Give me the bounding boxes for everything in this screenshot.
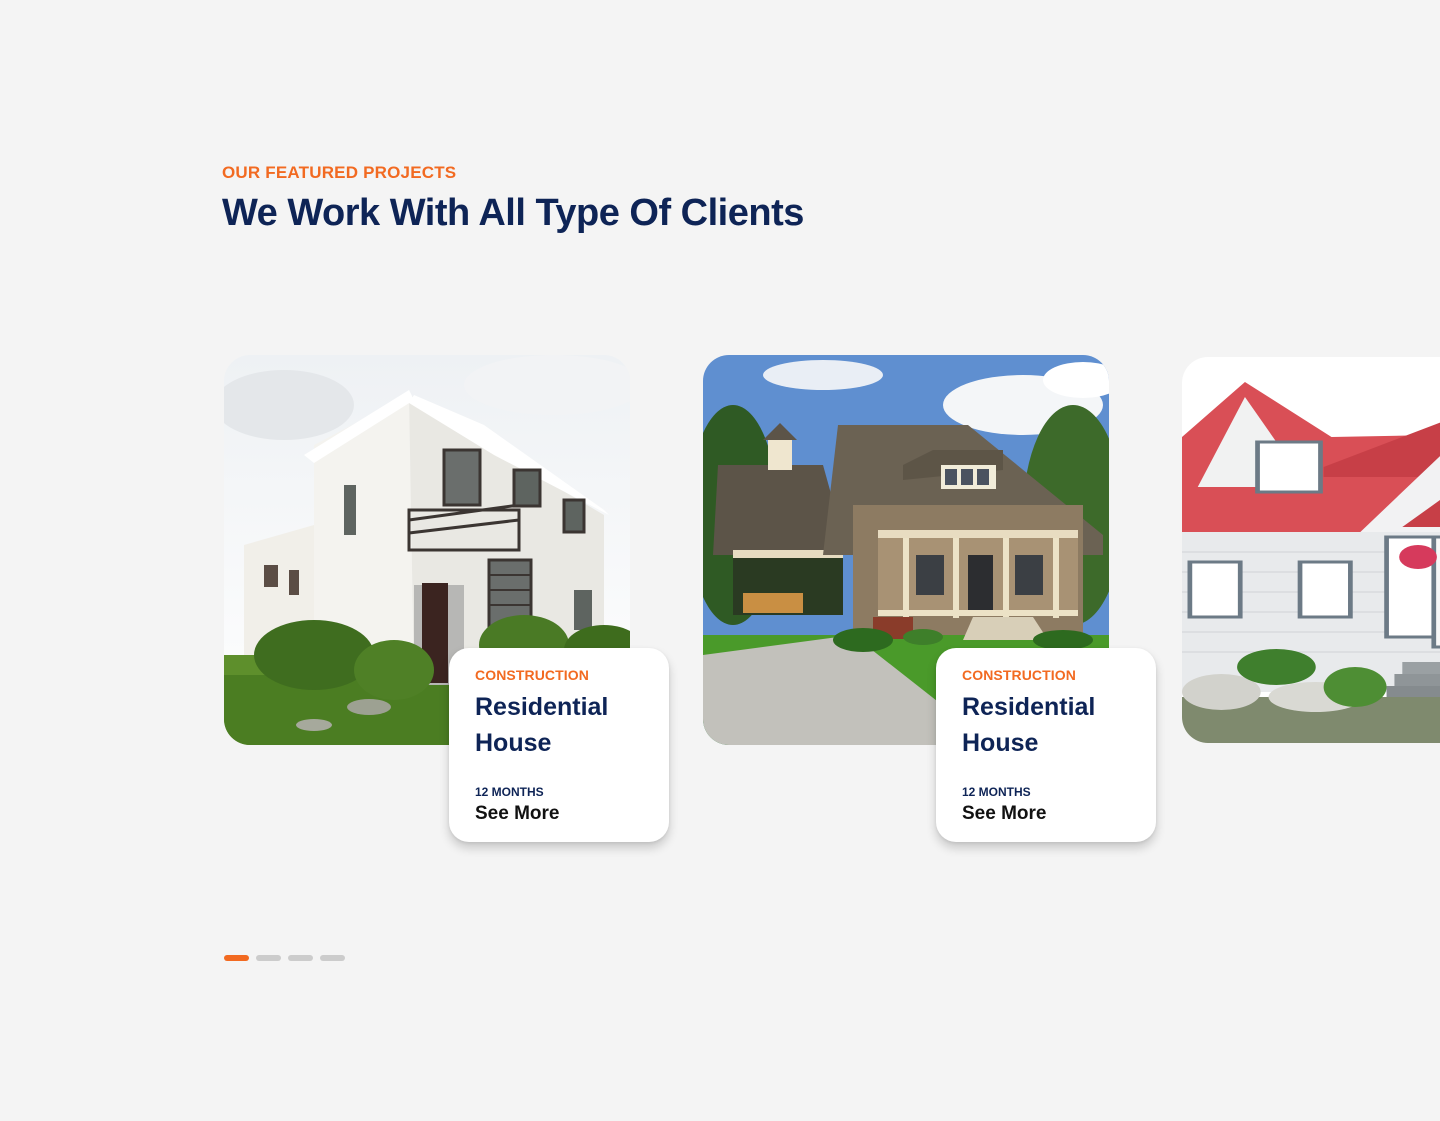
see-more-link[interactable]: See More [962, 803, 1046, 825]
pagination-dot-1[interactable] [224, 955, 249, 961]
project-image-cottage[interactable] [1182, 357, 1440, 743]
project-title: Residential House [475, 693, 609, 757]
project-duration: 12 MONTHS [475, 785, 544, 799]
section-eyebrow: OUR FEATURED PROJECTS [222, 163, 457, 182]
cottage-illustration [1182, 357, 1440, 743]
project-card[interactable]: CONSTRUCTION Residential House 12 MONTHS… [449, 648, 669, 842]
section-headline: We Work With All Type Of Clients [222, 192, 804, 234]
project-category: CONSTRUCTION [475, 667, 589, 683]
project-title: Residential House [962, 693, 1096, 757]
pagination-dot-3[interactable] [288, 955, 313, 961]
pagination-dot-2[interactable] [256, 955, 281, 961]
featured-projects-section: OUR FEATURED PROJECTS We Work With All T… [0, 0, 1440, 1121]
project-category: CONSTRUCTION [962, 667, 1076, 683]
pagination-dot-4[interactable] [320, 955, 345, 961]
carousel-pagination [224, 955, 345, 961]
see-more-link[interactable]: See More [475, 803, 559, 825]
project-card[interactable]: CONSTRUCTION Residential House 12 MONTHS… [936, 648, 1156, 842]
project-duration: 12 MONTHS [962, 785, 1031, 799]
